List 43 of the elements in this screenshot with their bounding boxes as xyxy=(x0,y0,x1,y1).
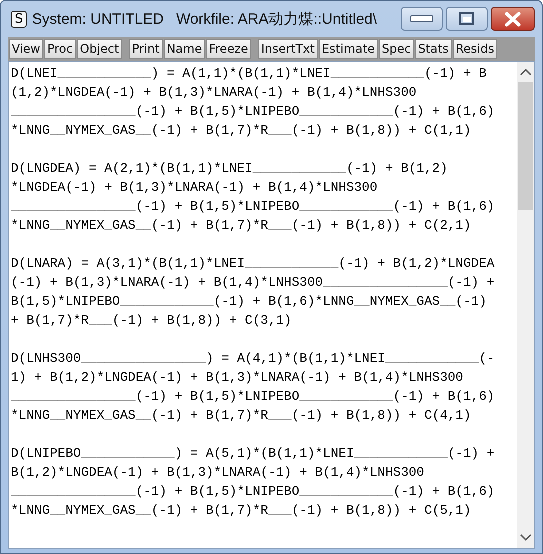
minimize-icon xyxy=(410,15,434,23)
close-icon xyxy=(505,12,521,26)
equation-line: D(LNEI____________) = A(1,1)*(B(1,1)*LNEI____________(-1) + B xyxy=(11,65,488,83)
equation-line: ________________(-1) + B(1,5)*LNIPEBO____________(-1) + B(1,6) xyxy=(11,103,496,121)
toolbar-button[interactable]: Proc xyxy=(44,39,76,59)
toolbar-button[interactable]: View xyxy=(9,39,44,59)
equation-line: ________________(-1) + B(1,5)*LNIPEBO____________(-1) + B(1,6) xyxy=(11,198,496,216)
scroll-down-icon[interactable] xyxy=(520,534,532,542)
equation-line: D(LNARA) = A(3,1)*(B(1,1)*LNEI____________(-1) + B(1,2)*LNGDEA xyxy=(11,255,496,273)
toolbar-button[interactable]: Freeze xyxy=(206,39,252,59)
toolbar-button[interactable]: Stats xyxy=(415,39,452,59)
toolbar-button[interactable]: Object xyxy=(77,39,122,59)
toolbar-button[interactable]: Estimate xyxy=(318,39,378,59)
close-button[interactable] xyxy=(491,7,535,31)
equation-line: B(1,2)*LNGDEA(-1) + B(1,3)*LNARA(-1) + B(1,4)*LNHS300 xyxy=(11,464,426,482)
scrollbar-thumb[interactable] xyxy=(518,82,533,210)
equation-line: *LNNG__NYMEX_GAS__(-1) + B(1,7)*R___(-1) + B(1,8)) + C(1,1) xyxy=(11,122,472,140)
equation-line: *LNNG__NYMEX_GAS__(-1) + B(1,7)*R___(-1) + B(1,8)) + C(5,1) xyxy=(11,502,472,520)
scrollbar[interactable] xyxy=(517,62,534,548)
toolbar-button[interactable]: Print xyxy=(129,39,163,59)
equation-line: ________________(-1) + B(1,5)*LNIPEBO____________(-1) + B(1,6) xyxy=(11,483,496,501)
equation-line: D(LNGDEA) = A(2,1)*(B(1,1)*LNEI____________(-1) + B(1,2) xyxy=(11,160,449,178)
toolbar-button[interactable]: Name xyxy=(164,39,206,59)
window-title: System: UNTITLED Workfile: ARA动力煤::Untitled\ xyxy=(32,10,378,28)
minimize-button[interactable] xyxy=(401,7,443,31)
equation-line: *LNNG__NYMEX_GAS__(-1) + B(1,7)*R___(-1) + B(1,8)) + C(4,1) xyxy=(11,407,472,425)
equation-line: B(1,5)*LNIPEBO____________(-1) + B(1,6)*LNNG__NYMEX_GAS__(-1) xyxy=(11,293,488,311)
scroll-up-icon[interactable] xyxy=(520,68,532,76)
toolbar-button[interactable]: Spec xyxy=(378,39,414,59)
toolbar-button[interactable]: InsertTxt xyxy=(258,39,318,59)
equation-line: (-1) + B(1,3)*LNARA(-1) + B(1,4)*LNHS300________________(-1) + xyxy=(11,274,496,292)
maximize-icon xyxy=(459,12,475,26)
maximize-button[interactable] xyxy=(446,7,488,31)
equation-line: *LNNG__NYMEX_GAS__(-1) + B(1,7)*R___(-1) + B(1,8)) + C(2,1) xyxy=(11,217,472,235)
equation-line: 1) + B(1,2)*LNGDEA(-1) + B(1,3)*LNARA(-1) + B(1,4)*LNHS300 xyxy=(11,369,464,387)
equation-line: + B(1,7)*R___(-1) + B(1,8)) + C(3,1) xyxy=(11,312,293,330)
equation-line: (1,2)*LNGDEA(-1) + B(1,3)*LNARA(-1) + B(1,4)*LNHS300 xyxy=(11,84,418,102)
equation-line: D(LNHS300________________) = A(4,1)*(B(1,1)*LNEI____________(- xyxy=(11,350,496,368)
toolbar-button[interactable]: Resids xyxy=(452,39,498,59)
equation-line: *LNGDEA(-1) + B(1,3)*LNARA(-1) + B(1,4)*LNHS300 xyxy=(11,179,379,197)
equation-line: ________________(-1) + B(1,5)*LNIPEBO____________(-1) + B(1,6) xyxy=(11,388,496,406)
equation-line: D(LNIPEBO____________) = A(5,1)*(B(1,1)*LNEI____________(-1) + xyxy=(11,445,496,463)
app-icon: S xyxy=(11,10,28,28)
